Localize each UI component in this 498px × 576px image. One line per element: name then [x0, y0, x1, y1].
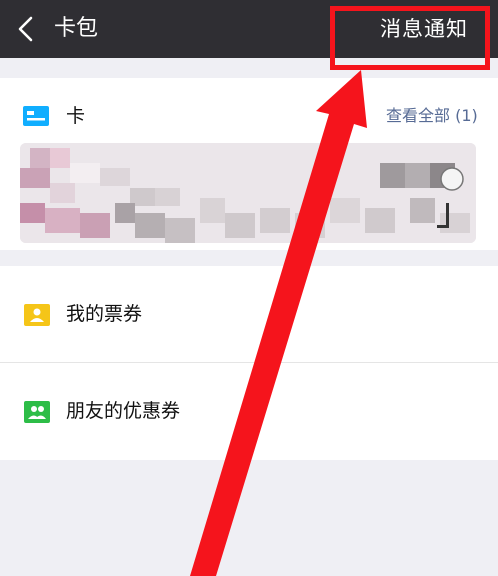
- card-section-label: 卡: [66, 105, 86, 127]
- page-title: 卡包: [54, 16, 99, 41]
- pixelated-card-image: [20, 143, 476, 243]
- card-section: 卡 查看全部 (1): [0, 78, 498, 250]
- list-section: 我的票券 朋友的优惠券: [0, 266, 498, 460]
- list-item-label: 我的票券: [66, 303, 143, 325]
- view-all-link[interactable]: 查看全部 (1): [386, 104, 478, 128]
- my-tickets-item[interactable]: 我的票券: [0, 266, 498, 363]
- friends-coupons-item[interactable]: 朋友的优惠券: [0, 363, 498, 459]
- highlight-box: [330, 6, 490, 70]
- friends-coupon-icon: [24, 401, 50, 423]
- card-icon: [23, 106, 49, 126]
- ticket-icon: [24, 304, 50, 326]
- card-preview[interactable]: [20, 143, 476, 243]
- chevron-left-icon: [18, 16, 33, 42]
- back-button[interactable]: [12, 12, 42, 46]
- list-item-label: 朋友的优惠券: [66, 400, 181, 422]
